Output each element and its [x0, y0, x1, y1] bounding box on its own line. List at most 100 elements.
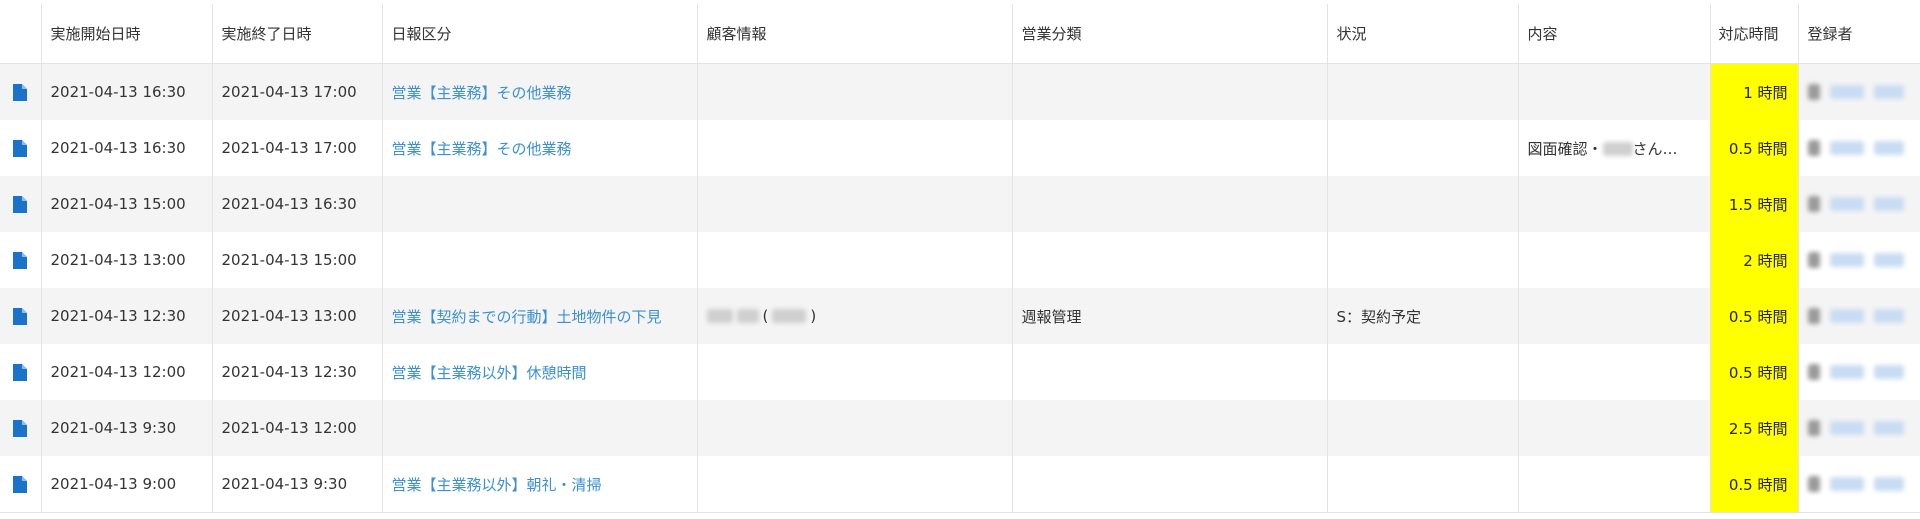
end-cell: 2021-04-13 9:30	[212, 456, 383, 513]
registrant-name-redacted[interactable]	[1873, 197, 1904, 211]
customer-cell	[697, 176, 1013, 232]
hours-cell: 0.5 時間	[1710, 344, 1799, 400]
document-icon[interactable]	[13, 252, 28, 269]
end-cell: 2021-04-13 17:00	[212, 120, 383, 176]
table-row[interactable]: 2021-04-13 15:00 2021-04-13 16:30 1.5 時間	[0, 176, 1920, 232]
registrant-name-redacted[interactable]	[1829, 421, 1864, 435]
header-start[interactable]: 実施開始日時	[41, 4, 213, 64]
header-content[interactable]: 内容	[1518, 4, 1711, 64]
start-cell: 2021-04-13 12:00	[41, 344, 213, 400]
document-icon[interactable]	[13, 476, 28, 493]
registrant-avatar	[1807, 196, 1820, 212]
category-link[interactable]: 営業【主業務】その他業務	[392, 84, 572, 102]
customer-name-redacted	[736, 309, 759, 323]
registrant-name-redacted[interactable]	[1873, 253, 1904, 267]
customer-code-redacted	[772, 309, 807, 323]
category-cell: 営業【主業務以外】休憩時間	[382, 344, 698, 400]
header-category[interactable]: 日報区分	[382, 4, 698, 64]
content-redacted	[1602, 142, 1633, 156]
header-sales-type[interactable]: 営業分類	[1012, 4, 1328, 64]
row-icon-cell[interactable]	[0, 344, 42, 400]
category-cell: 営業【主業務以外】朝礼・清掃	[382, 456, 698, 513]
registrant-cell	[1798, 456, 1920, 513]
header-hours[interactable]: 対応時間	[1710, 4, 1799, 64]
category-link[interactable]: 営業【契約までの行動】土地物件の下見	[392, 308, 662, 326]
header-customer[interactable]: 顧客情報	[697, 4, 1013, 64]
registrant-name-redacted[interactable]	[1829, 253, 1864, 267]
row-icon-cell[interactable]	[0, 288, 42, 344]
table-row[interactable]: 2021-04-13 12:30 2021-04-13 13:00 営業【契約ま…	[0, 288, 1920, 344]
row-icon-cell[interactable]	[0, 232, 42, 288]
category-cell: 営業【主業務】その他業務	[382, 63, 698, 120]
table-row[interactable]: 2021-04-13 12:00 2021-04-13 12:30 営業【主業務…	[0, 344, 1920, 400]
status-cell	[1327, 232, 1519, 288]
table-row[interactable]: 2021-04-13 13:00 2021-04-13 15:00 2 時間	[0, 232, 1920, 288]
table-row[interactable]: 2021-04-13 9:30 2021-04-13 12:00 2.5 時間	[0, 400, 1920, 456]
registrant-name-redacted[interactable]	[1829, 197, 1864, 211]
header-icon-col	[0, 4, 42, 64]
document-icon[interactable]	[13, 364, 28, 381]
status-cell	[1327, 344, 1519, 400]
content-cell	[1518, 400, 1711, 456]
hours-cell: 1 時間	[1710, 63, 1799, 120]
row-icon-cell[interactable]	[0, 400, 42, 456]
row-icon-cell[interactable]	[0, 63, 42, 120]
document-icon[interactable]	[13, 140, 28, 157]
hours-cell: 2 時間	[1710, 232, 1799, 288]
header-registrant[interactable]: 登録者	[1798, 4, 1920, 64]
report-list: 実施開始日時 実施終了日時 日報区分 顧客情報 営業分類 状況 内容 対応時間 …	[0, 0, 1920, 519]
start-cell: 2021-04-13 16:30	[41, 120, 213, 176]
status-cell	[1327, 456, 1519, 513]
content-cell: 図面確認・ さん…	[1518, 120, 1711, 176]
category-link[interactable]: 営業【主業務】その他業務	[392, 140, 572, 158]
row-icon-cell[interactable]	[0, 176, 42, 232]
registrant-name-redacted[interactable]	[1829, 141, 1864, 155]
registrant-name-redacted[interactable]	[1829, 365, 1864, 379]
table-row[interactable]: 2021-04-13 16:30 2021-04-13 17:00 営業【主業務…	[0, 120, 1920, 176]
customer-cell	[697, 456, 1013, 513]
sales-type-cell	[1012, 63, 1328, 120]
content-cell	[1518, 63, 1711, 120]
registrant-name-redacted[interactable]	[1829, 85, 1864, 99]
document-icon[interactable]	[13, 420, 28, 437]
table-row[interactable]: 2021-04-13 16:30 2021-04-13 17:00 営業【主業務…	[0, 63, 1920, 121]
registrant-name-redacted[interactable]	[1873, 141, 1904, 155]
status-cell	[1327, 400, 1519, 456]
start-cell: 2021-04-13 15:00	[41, 176, 213, 232]
status-cell: S：契約予定	[1327, 288, 1519, 344]
document-icon[interactable]	[13, 308, 28, 325]
registrant-avatar	[1807, 308, 1820, 324]
category-cell	[382, 400, 698, 456]
end-cell: 2021-04-13 15:00	[212, 232, 383, 288]
registrant-name-redacted[interactable]	[1873, 309, 1904, 323]
document-icon[interactable]	[13, 196, 28, 213]
registrant-name-redacted[interactable]	[1873, 421, 1904, 435]
category-link[interactable]: 営業【主業務以外】休憩時間	[392, 364, 587, 382]
registrant-name-redacted[interactable]	[1829, 477, 1864, 491]
hours-cell: 0.5 時間	[1710, 120, 1799, 176]
sales-type-cell: 週報管理	[1012, 288, 1328, 344]
registrant-name-redacted[interactable]	[1873, 365, 1904, 379]
registrant-cell	[1798, 344, 1920, 400]
category-cell: 営業【主業務】その他業務	[382, 120, 698, 176]
content-cell	[1518, 344, 1711, 400]
registrant-cell	[1798, 64, 1920, 121]
header-status[interactable]: 状況	[1327, 4, 1519, 64]
row-icon-cell[interactable]	[0, 120, 42, 176]
registrant-avatar	[1807, 84, 1820, 100]
registrant-name-redacted[interactable]	[1829, 309, 1864, 323]
registrant-name-redacted[interactable]	[1873, 477, 1904, 491]
table-row[interactable]: 2021-04-13 9:00 2021-04-13 9:30 営業【主業務以外…	[0, 456, 1920, 513]
sales-type-cell	[1012, 344, 1328, 400]
content-cell	[1518, 232, 1711, 288]
registrant-cell	[1798, 232, 1920, 288]
row-icon-cell[interactable]	[0, 456, 42, 513]
category-link[interactable]: 営業【主業務以外】朝礼・清掃	[392, 476, 602, 494]
hours-cell: 2.5 時間	[1710, 400, 1799, 456]
header-end[interactable]: 実施終了日時	[212, 4, 383, 64]
category-cell	[382, 176, 698, 232]
registrant-cell	[1798, 400, 1920, 456]
document-icon[interactable]	[13, 84, 28, 101]
end-cell: 2021-04-13 13:00	[212, 288, 383, 344]
registrant-name-redacted[interactable]	[1873, 85, 1904, 99]
